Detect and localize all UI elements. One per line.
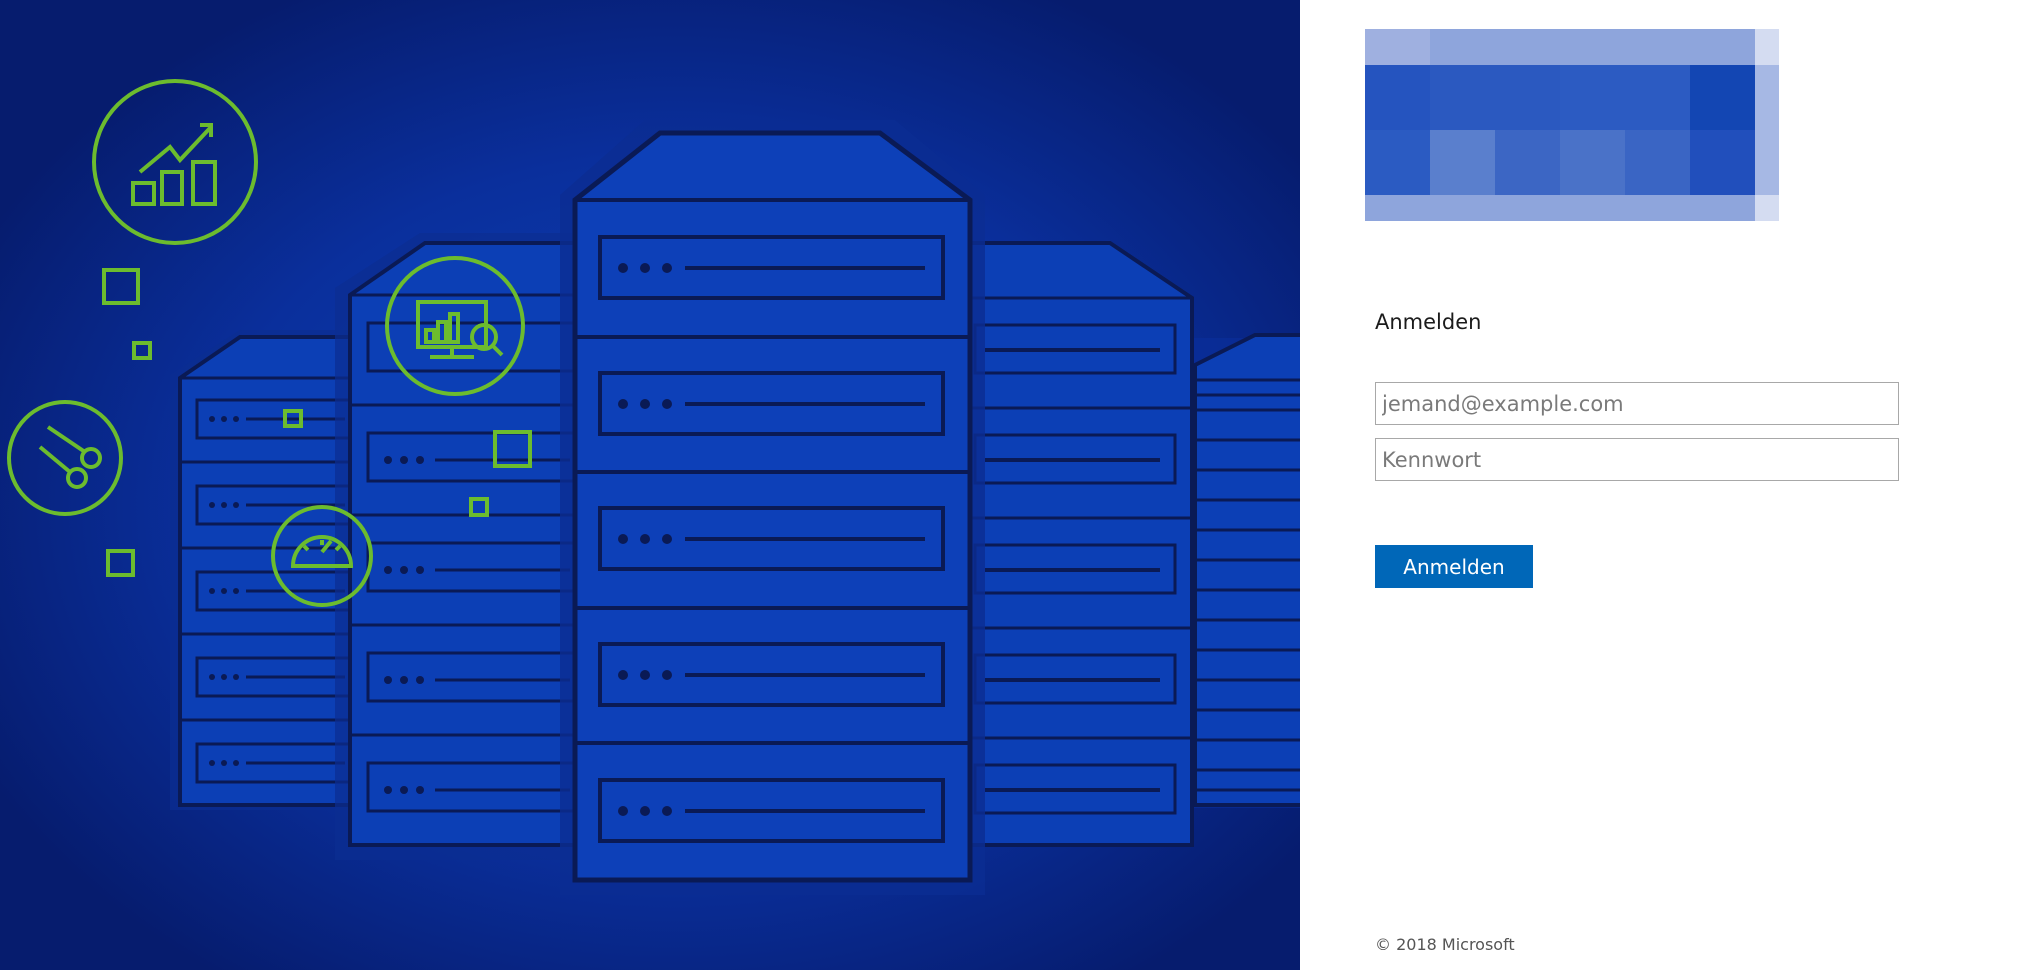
server-rack-left-back <box>170 330 360 810</box>
server-rack-illustration <box>0 0 1300 970</box>
signin-panel: Anmelden Anmelden © 2018 Microsoft <box>1300 0 2038 970</box>
company-logo-pixelated <box>1365 29 1779 221</box>
password-field[interactable] <box>1375 438 1899 481</box>
email-field[interactable] <box>1375 382 1899 425</box>
signin-button[interactable]: Anmelden <box>1375 545 1533 588</box>
copyright-footer: © 2018 Microsoft <box>1375 935 1515 954</box>
server-rack-far-right <box>1190 333 1300 808</box>
hero-illustration <box>0 0 1300 970</box>
login-page: Anmelden Anmelden © 2018 Microsoft <box>0 0 2038 970</box>
server-rack-right <box>960 240 1194 847</box>
server-rack-center <box>560 120 985 895</box>
signin-heading: Anmelden <box>1375 310 1482 334</box>
